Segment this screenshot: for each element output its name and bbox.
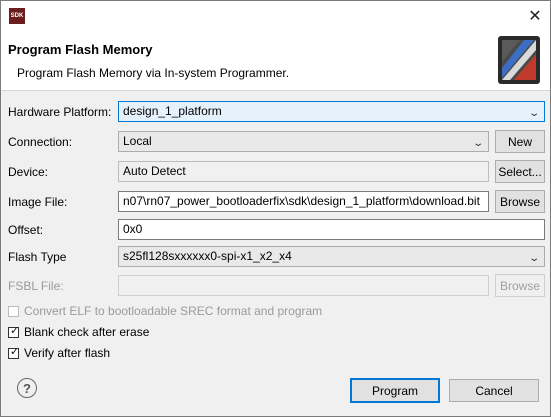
convert-elf-checkbox-box xyxy=(8,305,19,317)
chevron-down-icon: ⌄ xyxy=(527,108,540,119)
chevron-down-icon: ⌄ xyxy=(527,253,540,264)
close-button[interactable]: ✕ xyxy=(520,1,550,31)
browse-fsbl-button: Browse xyxy=(495,274,545,297)
connection-value: Local xyxy=(123,134,152,148)
fsbl-file-label: FSBL File: xyxy=(8,279,64,293)
hardware-platform-value: design_1_platform xyxy=(123,104,222,118)
convert-elf-label: Convert ELF to bootloadable SREC format … xyxy=(24,304,323,318)
select-device-button[interactable]: Select... xyxy=(495,160,545,183)
blank-check-checkbox[interactable]: ✓ Blank check after erase xyxy=(8,324,149,340)
program-flash-dialog: SDK ✕ Program Flash Memory Program Flash… xyxy=(0,0,551,417)
dialog-title: Program Flash Memory xyxy=(8,42,153,57)
verify-label: Verify after flash xyxy=(24,346,111,360)
cancel-button[interactable]: Cancel xyxy=(449,379,539,402)
device-field: Auto Detect xyxy=(118,161,489,182)
verify-checkbox-box[interactable]: ✓ xyxy=(8,345,20,359)
new-connection-button[interactable]: New xyxy=(495,130,545,153)
connection-select[interactable]: Local ⌄ xyxy=(118,131,489,152)
convert-elf-checkbox: Convert ELF to bootloadable SREC format … xyxy=(8,303,322,319)
sdk-app-icon: SDK xyxy=(9,8,25,24)
blank-check-checkbox-box[interactable]: ✓ xyxy=(8,324,20,338)
hardware-platform-label: Hardware Platform: xyxy=(8,105,112,119)
flash-type-label: Flash Type xyxy=(8,250,67,264)
program-flash-banner-icon xyxy=(498,36,540,84)
title-bar: SDK ✕ xyxy=(1,1,550,31)
checkmark-icon: ✓ xyxy=(10,345,20,358)
connection-label: Connection: xyxy=(8,135,73,149)
image-file-input[interactable]: n07\rn07_power_bootloaderfix\sdk\design_… xyxy=(118,191,489,212)
program-button[interactable]: Program xyxy=(350,378,440,403)
checkmark-icon: ✓ xyxy=(10,324,20,337)
hardware-platform-select[interactable]: design_1_platform ⌄ xyxy=(118,101,545,122)
blank-check-label: Blank check after erase xyxy=(24,325,150,339)
dialog-header: Program Flash Memory Program Flash Memor… xyxy=(1,31,550,91)
fsbl-file-input xyxy=(118,275,489,296)
browse-image-button[interactable]: Browse xyxy=(495,190,545,213)
flash-type-select[interactable]: s25fl128sxxxxxx0-spi-x1_x2_x4 ⌄ xyxy=(118,246,545,267)
verify-checkbox[interactable]: ✓ Verify after flash xyxy=(8,345,110,361)
help-icon[interactable]: ? xyxy=(17,378,37,398)
close-icon: ✕ xyxy=(528,8,542,25)
chevron-down-icon: ⌄ xyxy=(471,138,484,149)
flash-type-value: s25fl128sxxxxxx0-spi-x1_x2_x4 xyxy=(123,249,292,263)
image-file-path: n07\rn07_power_bootloaderfix\sdk\design_… xyxy=(123,194,480,208)
offset-input[interactable]: 0x0 xyxy=(118,219,545,240)
device-label: Device: xyxy=(8,165,49,179)
image-file-label: Image File: xyxy=(8,195,68,209)
dialog-description: Program Flash Memory via In-system Progr… xyxy=(17,66,290,80)
offset-label: Offset: xyxy=(8,223,44,237)
